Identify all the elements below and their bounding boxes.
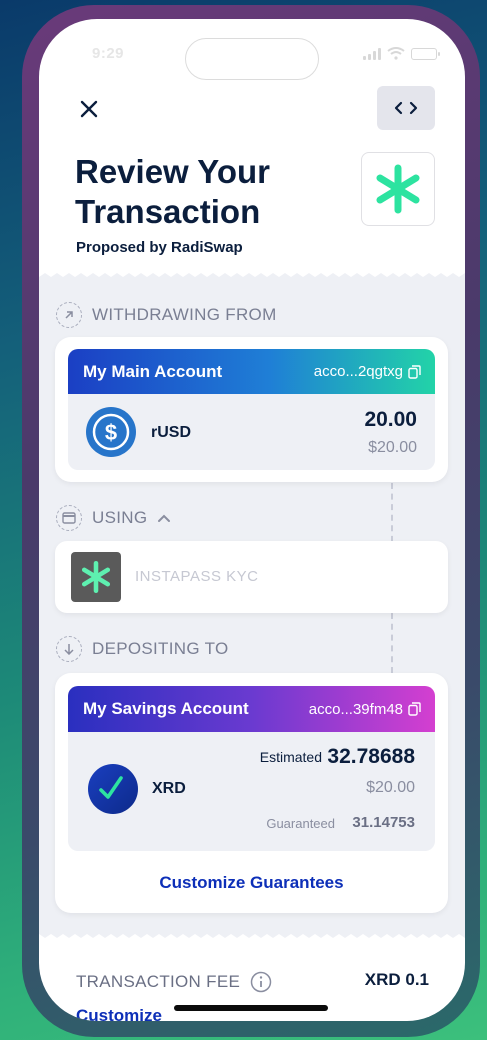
arrow-down-icon — [56, 636, 82, 662]
page-subtitle: Proposed by RadiSwap — [76, 239, 243, 256]
radiswap-asterisk-icon — [81, 560, 111, 594]
badge-name: INSTAPASS KYC — [135, 568, 259, 585]
dapp-logo — [361, 152, 435, 226]
account-header[interactable]: My Main Account acco...2qgtxg — [68, 349, 435, 394]
arrow-up-right-icon — [56, 302, 82, 328]
wifi-icon — [387, 47, 405, 60]
receipt-edge-bottom — [39, 934, 465, 944]
receipt-edge-top — [39, 267, 465, 277]
card-icon — [56, 505, 82, 531]
token-row: XRD Estimated 32.78688 $20.00 Guaranteed… — [68, 732, 435, 851]
copy-icon[interactable] — [408, 702, 421, 716]
code-brackets-icon — [394, 101, 418, 115]
usdc-dollar-icon: $ — [86, 407, 136, 457]
xrd-check-icon — [88, 764, 138, 814]
withdraw-card: My Main Account acco...2qgtxg $ rUSD 20.… — [55, 337, 448, 482]
token-name: XRD — [152, 780, 186, 797]
guaranteed-amount: 31.14753 — [352, 814, 415, 831]
status-icons — [363, 47, 440, 60]
estimated-label: Estimated — [259, 749, 322, 765]
signal-icon — [363, 47, 381, 60]
transaction-fee-label: TRANSACTION FEE — [76, 971, 272, 993]
flow-connector — [391, 613, 393, 673]
radiswap-asterisk-icon — [376, 164, 420, 214]
badge-card: INSTAPASS KYC — [55, 541, 448, 613]
address-text: acco...2qgtxg — [313, 363, 403, 380]
fiat-value: $20.00 — [366, 779, 415, 796]
code-view-button[interactable] — [377, 86, 435, 130]
fee-label-text: TRANSACTION FEE — [76, 972, 241, 991]
section-using[interactable]: USING — [56, 505, 171, 531]
section-withdrawing: WITHDRAWING FROM — [56, 302, 277, 328]
page-title: Review Your Transaction — [75, 153, 271, 230]
token-row: $ rUSD 20.00 $20.00 — [68, 394, 435, 470]
account-name: My Savings Account — [83, 699, 249, 718]
copy-icon[interactable] — [408, 364, 421, 379]
transaction-fee-value: XRD 0.1 — [364, 970, 429, 989]
home-indicator[interactable] — [174, 1005, 328, 1011]
section-label: WITHDRAWING FROM — [92, 305, 277, 324]
svg-text:$: $ — [105, 420, 117, 445]
fiat-value: $20.00 — [368, 439, 417, 456]
badge-image — [71, 552, 121, 602]
info-icon[interactable] — [250, 971, 272, 993]
customize-fee-link[interactable]: Customize — [76, 1006, 162, 1021]
phone-screen: 9:29 Review Your Transaction Proposed by… — [39, 19, 465, 1021]
deposit-card: My Savings Account acco...39fm48 XRD Est… — [55, 673, 448, 913]
section-label: DEPOSITING TO — [92, 639, 229, 658]
guaranteed-label: Guaranteed — [266, 816, 335, 831]
battery-icon — [411, 47, 440, 60]
account-header[interactable]: My Savings Account acco...39fm48 — [68, 686, 435, 732]
section-depositing: DEPOSITING TO — [56, 636, 228, 662]
address-text: acco...39fm48 — [308, 700, 403, 718]
section-label: USING — [92, 508, 148, 527]
close-icon[interactable] — [75, 95, 103, 123]
token-name: rUSD — [151, 424, 192, 441]
customize-guarantees-link[interactable]: Customize Guarantees — [55, 873, 448, 893]
account-address[interactable]: acco...2qgtxg — [314, 363, 421, 380]
dynamic-island — [185, 38, 319, 80]
chevron-up-icon[interactable] — [157, 513, 171, 523]
account-name: My Main Account — [83, 361, 223, 381]
token-amount: 20.00 — [364, 408, 417, 431]
account-address[interactable]: acco...39fm48 — [309, 701, 421, 718]
status-bar: 9:29 — [39, 19, 465, 89]
status-time: 9:29 — [92, 45, 125, 62]
estimated-amount: 32.78688 — [327, 745, 415, 768]
